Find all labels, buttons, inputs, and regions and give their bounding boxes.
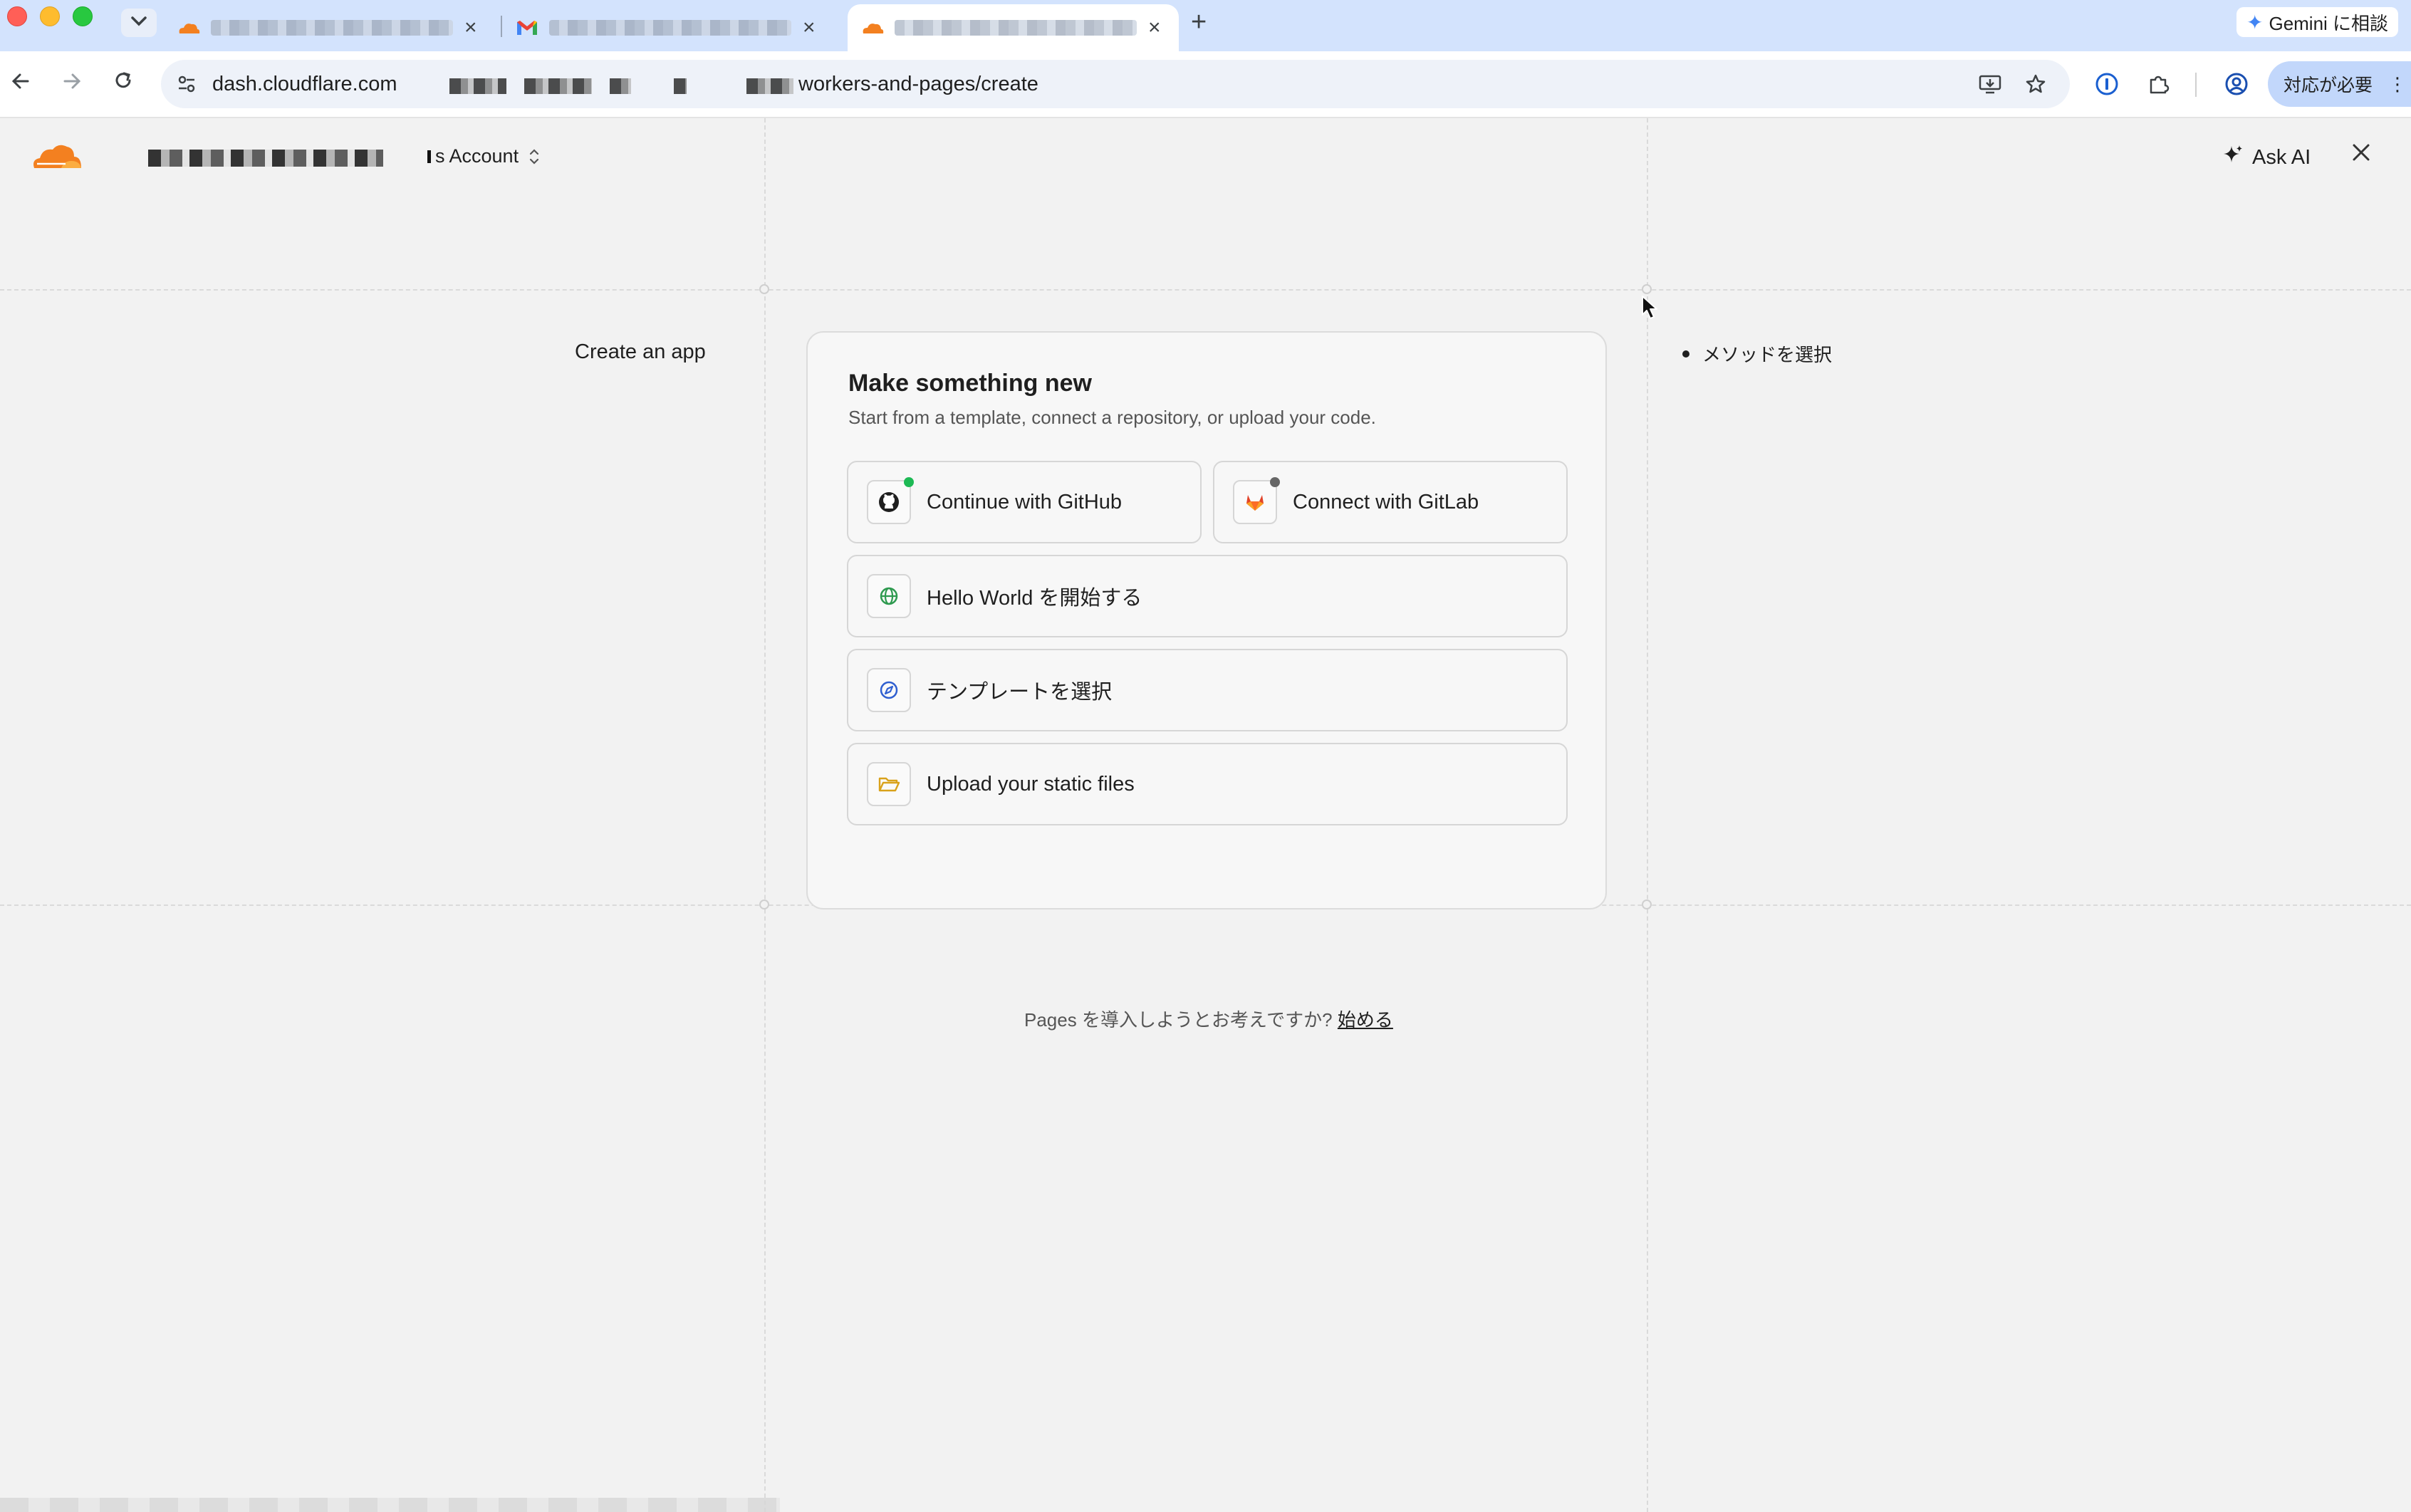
create-app-card: Make something new Start from a template… [806, 331, 1607, 909]
select-template-button[interactable]: テンプレートを選択 [847, 649, 1568, 731]
password-manager-icon[interactable] [2091, 68, 2123, 100]
close-window-button[interactable] [7, 6, 27, 26]
tab-strip: × × × + ✦ Gemini に相談 [0, 0, 2411, 51]
compass-icon [867, 668, 911, 712]
url-redacted [524, 78, 592, 94]
guide-node [1642, 900, 1652, 909]
status-bar-redacted [0, 1498, 780, 1512]
step-item: メソッドを選択 [1682, 340, 1832, 367]
cloudflare-icon [177, 16, 201, 40]
globe-icon [867, 574, 911, 618]
url-redacted [674, 78, 687, 94]
toolbar-divider [2195, 73, 2197, 97]
browser-tab-active[interactable]: × [848, 4, 1179, 51]
account-label: s Account [435, 145, 519, 167]
reload-button[interactable] [107, 67, 140, 100]
mouse-cursor-icon [1641, 295, 1660, 324]
url-redacted [746, 78, 793, 94]
attention-required-button[interactable]: 対応が必要 ⋮ [2268, 61, 2411, 107]
browser-tab[interactable]: × [502, 4, 843, 51]
pages-note: Pages を導入しようとお考えですか? 始める [1024, 1006, 1393, 1032]
forward-button[interactable] [56, 67, 88, 100]
back-button[interactable] [4, 67, 37, 100]
guide-line [1647, 118, 1648, 1512]
close-button[interactable] [2350, 140, 2372, 170]
tab-title [895, 20, 1137, 36]
guide-node [1642, 284, 1652, 294]
arrow-left-icon [11, 70, 31, 98]
minimize-window-button[interactable] [40, 6, 60, 26]
hello-world-button[interactable]: Hello World を開始する [847, 555, 1568, 637]
github-icon [867, 477, 914, 524]
guide-line [764, 118, 766, 1512]
chevron-down-icon [131, 16, 147, 30]
url-redacted [449, 78, 506, 94]
account-name-fragment [427, 150, 431, 163]
gitlab-icon [1233, 477, 1280, 524]
cloudflare-icon [860, 16, 885, 40]
gemini-sparkle-icon: ✦ [2246, 11, 2264, 33]
close-icon[interactable]: × [803, 17, 816, 38]
arrow-right-icon [62, 70, 82, 98]
status-dot [904, 477, 914, 487]
browser-tab[interactable]: × [164, 4, 499, 51]
upload-static-files-button[interactable]: Upload your static files [847, 743, 1568, 825]
guide-node [759, 284, 769, 294]
sparkle-icon [2222, 144, 2244, 171]
close-icon [2350, 140, 2372, 170]
page: s Account Ask AI Create an app Make some… [0, 118, 2411, 1512]
pages-note-text: Pages を導入しようとお考えですか? [1024, 1009, 1333, 1031]
more-vertical-icon: ⋮ [2388, 73, 2407, 95]
gemini-button[interactable]: ✦ Gemini に相談 [2236, 7, 2399, 37]
toolbar: dash.cloudflare.com workers-and-pages/cr… [0, 51, 2411, 118]
url-path: workers-and-pages/create [798, 73, 1038, 95]
option-label: Upload your static files [927, 772, 1135, 796]
close-icon[interactable]: × [1148, 17, 1161, 38]
status-dot [1270, 477, 1280, 487]
tab-search-button[interactable] [121, 9, 157, 37]
extensions-puzzle-icon[interactable] [2142, 68, 2174, 100]
bookmark-star-icon[interactable] [2023, 71, 2048, 97]
gemini-label: Gemini に相談 [2269, 12, 2389, 34]
continue-with-github-button[interactable]: Continue with GitHub [847, 461, 1202, 543]
attention-label: 対応が必要 [2284, 75, 2373, 95]
maximize-window-button[interactable] [73, 6, 93, 26]
option-label: Connect with GitLab [1293, 490, 1479, 513]
folder-icon [867, 762, 911, 806]
page-title: Create an app [575, 340, 706, 363]
url-redacted [610, 78, 631, 94]
cloudflare-logo[interactable] [30, 142, 84, 174]
account-name-redacted [148, 150, 383, 167]
install-app-icon[interactable] [1977, 71, 2003, 97]
close-icon[interactable]: × [464, 17, 477, 38]
url-host: dash.cloudflare.com [212, 73, 397, 95]
card-subtitle: Start from a template, connect a reposit… [848, 407, 1376, 428]
step-label: メソッドを選択 [1702, 344, 1833, 365]
card-title: Make something new [848, 370, 1092, 397]
address-bar[interactable]: dash.cloudflare.com workers-and-pages/cr… [161, 60, 2070, 108]
profile-avatar-icon[interactable] [2221, 68, 2252, 100]
get-started-link[interactable]: 始める [1338, 1009, 1393, 1031]
new-tab-button[interactable]: + [1191, 7, 1207, 38]
ask-ai-label: Ask AI [2252, 145, 2311, 169]
connect-with-gitlab-button[interactable]: Connect with GitLab [1213, 461, 1568, 543]
chevron-up-down-icon [528, 147, 540, 166]
step-bullet [1682, 350, 1689, 358]
guide-node [759, 900, 769, 909]
tab-title [211, 20, 453, 36]
tab-title [549, 20, 791, 36]
site-info-icon[interactable] [174, 71, 199, 97]
option-label: Hello World を開始する [927, 587, 1142, 610]
guide-line [0, 289, 2411, 291]
account-switcher[interactable]: s Account [427, 145, 540, 167]
gmail-icon [515, 16, 539, 40]
reload-icon [113, 70, 134, 98]
ask-ai-button[interactable]: Ask AI [2222, 144, 2311, 171]
option-label: テンプレートを選択 [927, 681, 1113, 704]
option-label: Continue with GitHub [927, 490, 1123, 513]
